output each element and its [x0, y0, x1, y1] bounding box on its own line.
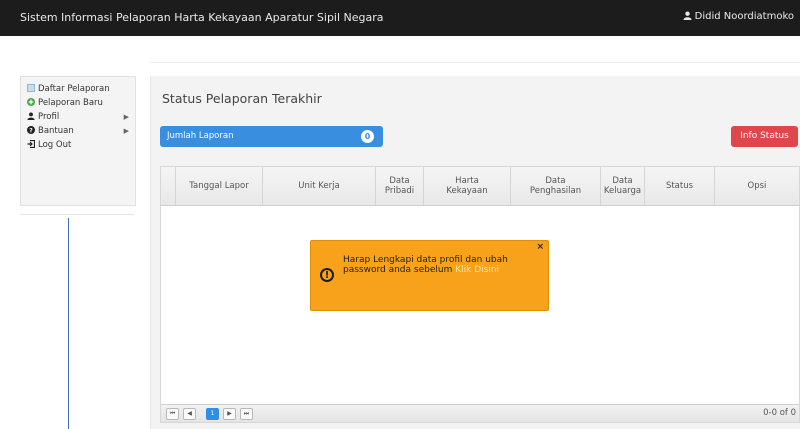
divider — [20, 214, 134, 215]
user-icon — [27, 112, 35, 120]
user-icon — [683, 11, 692, 23]
chevron-right-icon: ▶ — [123, 113, 129, 121]
column-header-data-keluarga[interactable]: Data Keluarga — [600, 167, 644, 205]
header-spacer — [161, 167, 175, 205]
current-page-button[interactable]: 1 — [206, 408, 219, 420]
last-page-button[interactable]: ⏭ — [240, 408, 253, 420]
plus-circle-icon — [27, 98, 35, 106]
sidebar-item-label: Daftar Pelaporan — [38, 84, 110, 94]
count-badge: 0 — [361, 130, 374, 143]
klik-disini-link[interactable]: Klik Disini — [455, 265, 499, 275]
sidebar-item-label: Log Out — [38, 140, 72, 150]
prev-page-button[interactable]: ◀ — [183, 408, 196, 420]
sidebar-item-pelaporan-baru[interactable]: Pelaporan Baru — [21, 97, 135, 109]
column-header-data-penghasilan[interactable]: Data Penghasilan — [510, 167, 600, 205]
jumlah-laporan-label: Jumlah Laporan — [167, 131, 234, 141]
warning-icon: ! — [320, 268, 334, 282]
sidebar-item-bantuan[interactable]: ? Bantuan ▶ — [21, 125, 135, 137]
table-header: Tanggal Lapor Unit Kerja Data Pribadi Har… — [161, 167, 799, 206]
divider — [68, 218, 69, 429]
jumlah-laporan-button[interactable]: Jumlah Laporan 0 — [160, 126, 383, 147]
divider — [150, 62, 800, 63]
list-icon — [27, 84, 35, 92]
sidebar-item-logout[interactable]: Log Out — [21, 139, 135, 151]
sidebar-item-daftar-pelaporan[interactable]: Daftar Pelaporan — [21, 83, 135, 95]
pagination-bar: ⏮ ◀ 1 ▶ ⏭ 0-0 of 0 — [161, 404, 799, 422]
close-icon[interactable]: × — [536, 242, 544, 252]
user-menu[interactable]: Didid Noordiatmoko — [683, 11, 794, 23]
svg-text:?: ? — [29, 127, 33, 134]
logout-icon — [27, 139, 36, 149]
profile-warning-alert: × ! Harap Lengkapi data profil dan ubah … — [310, 240, 549, 311]
info-status-button[interactable]: Info Status — [731, 126, 798, 147]
sidebar-item-label: Bantuan — [38, 126, 74, 136]
top-navbar: Sistem Informasi Pelaporan Harta Kekayaa… — [0, 0, 800, 36]
column-header-unit-kerja[interactable]: Unit Kerja — [262, 167, 375, 205]
column-header-status[interactable]: Status — [644, 167, 714, 205]
column-header-tanggal-lapor[interactable]: Tanggal Lapor — [175, 167, 262, 205]
column-header-data-pribadi[interactable]: Data Pribadi — [375, 167, 423, 205]
page-title: Status Pelaporan Terakhir — [162, 91, 322, 106]
alert-message: Harap Lengkapi data profil dan ubah pass… — [343, 255, 508, 275]
question-icon: ? — [27, 126, 35, 134]
sidebar-item-label: Pelaporan Baru — [38, 98, 103, 108]
sidebar-item-profil[interactable]: Profil ▶ — [21, 111, 135, 123]
sidebar-item-label: Profil — [38, 112, 60, 122]
column-header-harta-kekayaan[interactable]: Harta Kekayaan — [423, 167, 510, 205]
sidebar: Daftar Pelaporan Pelaporan Baru Profil ▶… — [20, 76, 136, 206]
column-header-opsi[interactable]: Opsi — [714, 167, 799, 205]
next-page-button[interactable]: ▶ — [223, 408, 236, 420]
first-page-button[interactable]: ⏮ — [166, 408, 179, 420]
user-name: Didid Noordiatmoko — [694, 11, 794, 22]
app-title: Sistem Informasi Pelaporan Harta Kekayaa… — [20, 11, 384, 24]
chevron-right-icon: ▶ — [123, 127, 129, 135]
record-count: 0-0 of 0 — [763, 408, 796, 418]
